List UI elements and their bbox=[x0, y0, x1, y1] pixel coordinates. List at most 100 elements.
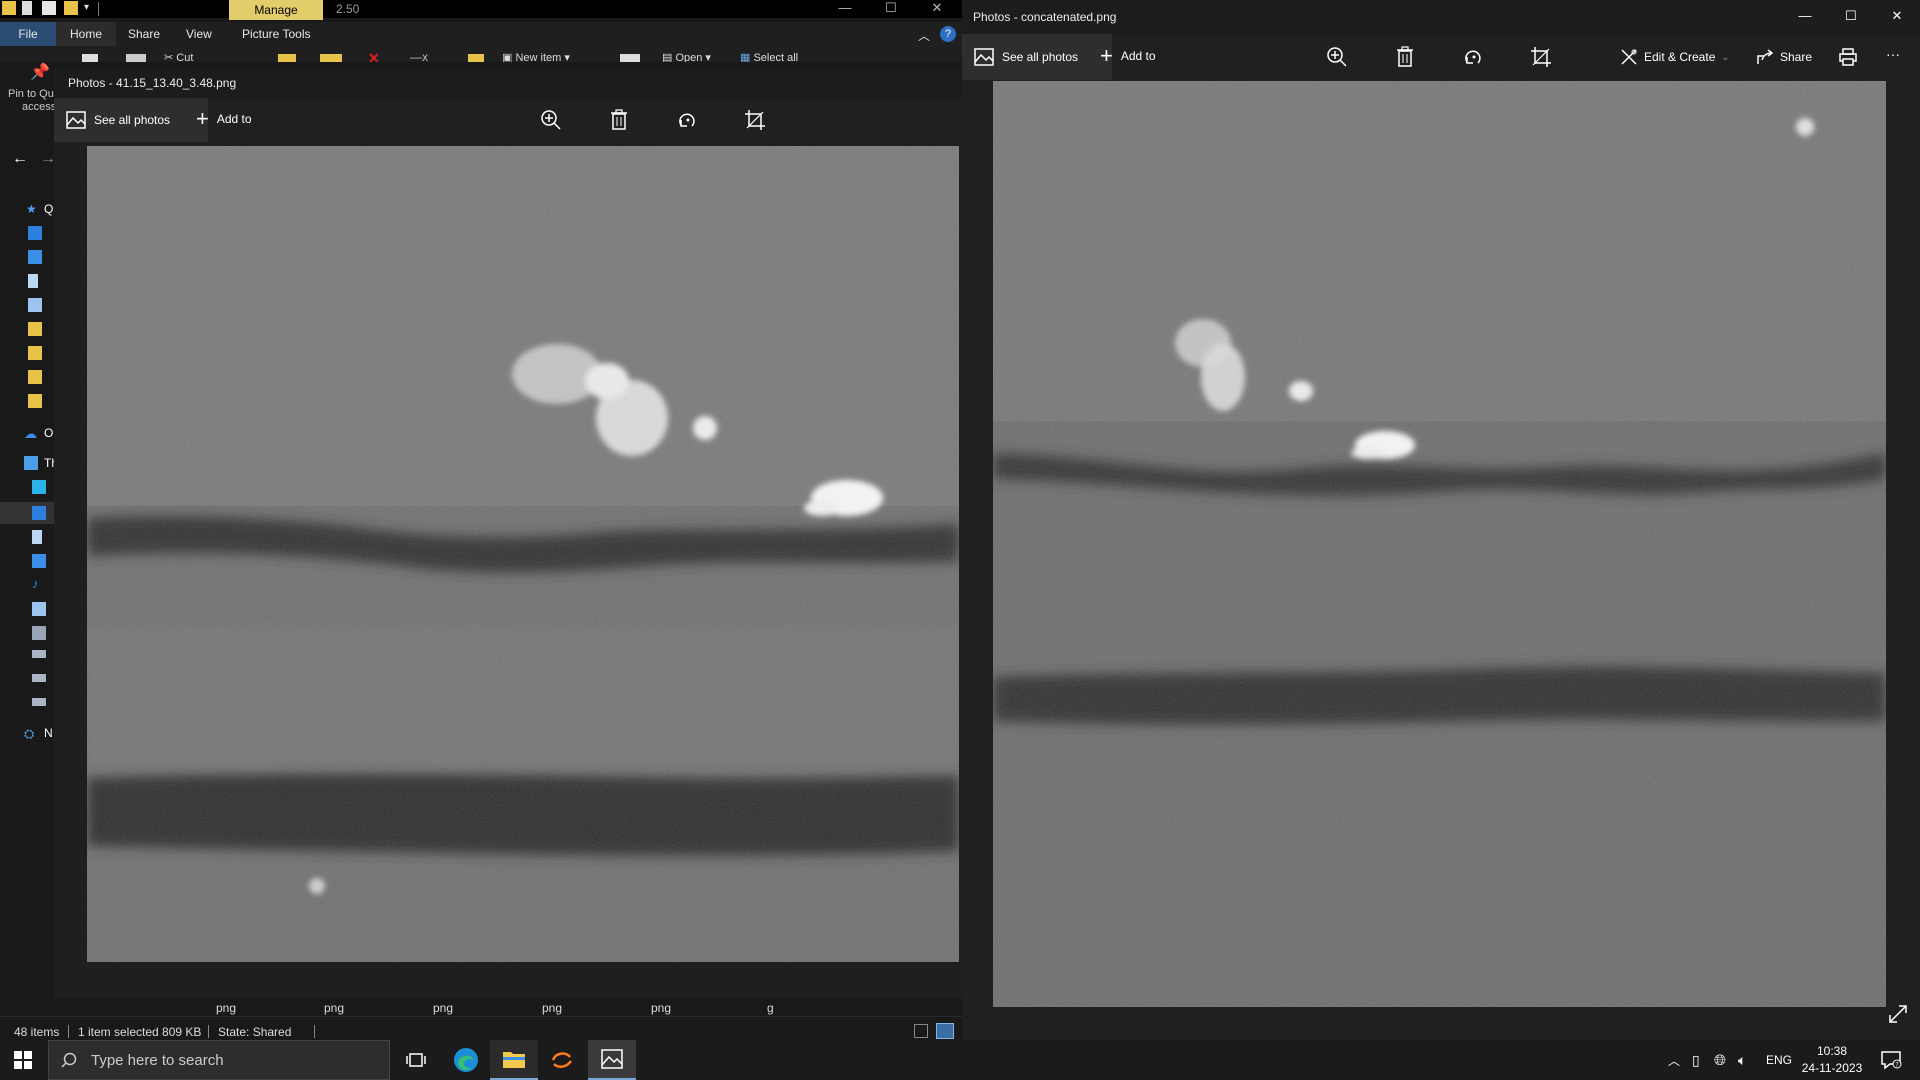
onedrive-cloud-icon[interactable]: ☁ bbox=[24, 426, 37, 442]
file-extension-label[interactable]: png bbox=[651, 1001, 671, 1015]
videos-icon[interactable] bbox=[32, 626, 46, 640]
zoom-in-icon[interactable] bbox=[1326, 46, 1348, 68]
back-arrow-icon[interactable]: ← bbox=[12, 150, 28, 168]
explorer-maximize-button[interactable]: ☐ bbox=[868, 0, 914, 18]
folder-icon[interactable] bbox=[28, 346, 42, 360]
matlab-taskbar-button[interactable] bbox=[538, 1040, 586, 1080]
file-extension-label[interactable]: png bbox=[324, 1001, 344, 1015]
large-icons-view-icon[interactable] bbox=[936, 1023, 954, 1039]
3d-objects-icon[interactable] bbox=[32, 480, 46, 494]
explorer-close-button[interactable]: ✕ bbox=[914, 0, 960, 18]
drive-icon[interactable] bbox=[32, 698, 46, 706]
photos2-close-button[interactable]: ✕ bbox=[1874, 8, 1920, 26]
nav-item-quick-access[interactable]: Q bbox=[44, 202, 53, 216]
new-folder-icon[interactable] bbox=[468, 54, 484, 62]
microscopy-image-2-concatenated[interactable] bbox=[993, 81, 1886, 1007]
file-extension-label[interactable]: png bbox=[216, 1001, 236, 1015]
see-all-photos-button[interactable]: See all photos bbox=[54, 98, 208, 142]
folder-icon[interactable] bbox=[28, 370, 42, 384]
microscopy-image-1[interactable] bbox=[87, 146, 959, 962]
nav-item-network[interactable]: N bbox=[44, 726, 53, 740]
taskbar-search-box[interactable]: Type here to search bbox=[48, 1040, 390, 1080]
file-extension-label[interactable]: png bbox=[433, 1001, 453, 1015]
tab-view[interactable]: View bbox=[174, 22, 224, 46]
downloads-icon[interactable] bbox=[28, 250, 42, 264]
tab-share[interactable]: Share bbox=[116, 22, 172, 46]
manage-contextual-tab[interactable]: Manage bbox=[229, 0, 323, 20]
edit-create-button[interactable]: Edit & Create ⌄ bbox=[1620, 48, 1730, 66]
copy-to-icon[interactable] bbox=[320, 54, 342, 62]
desktop-icon[interactable] bbox=[32, 506, 46, 520]
move-to-icon[interactable] bbox=[278, 54, 296, 62]
windows-start-icon[interactable] bbox=[14, 1051, 32, 1069]
collapse-ribbon-chevron-icon[interactable]: ︿ bbox=[918, 27, 930, 44]
battery-device-icon[interactable]: ▯ bbox=[1692, 1040, 1700, 1080]
rotate-icon[interactable] bbox=[676, 109, 698, 131]
crop-icon[interactable] bbox=[1530, 46, 1552, 68]
paste-icon[interactable] bbox=[126, 54, 146, 62]
rotate-icon[interactable] bbox=[1462, 46, 1484, 68]
language-indicator[interactable]: ENG bbox=[1766, 1040, 1792, 1080]
add-to-button[interactable]: + Add to bbox=[196, 108, 252, 130]
zoom-in-icon[interactable] bbox=[540, 109, 562, 131]
fullscreen-expand-icon[interactable] bbox=[1886, 1002, 1910, 1026]
drive-icon[interactable] bbox=[32, 674, 46, 682]
music-icon[interactable]: ♪ bbox=[32, 576, 39, 591]
action-center-notification-icon[interactable]: 7 bbox=[1880, 1050, 1902, 1070]
pin-icon[interactable]: 📌 bbox=[30, 62, 50, 82]
edge-taskbar-button[interactable] bbox=[442, 1040, 490, 1080]
documents-icon[interactable] bbox=[28, 274, 38, 288]
file-extension-label[interactable]: g bbox=[767, 1001, 774, 1015]
properties-icon[interactable] bbox=[620, 54, 640, 62]
folder-icon[interactable] bbox=[28, 394, 42, 408]
share-icon bbox=[1757, 49, 1774, 64]
clock[interactable]: 10:38 24-11-2023 bbox=[1800, 1044, 1864, 1075]
desktop-icon[interactable] bbox=[28, 226, 42, 240]
quick-access-star-icon[interactable]: ★ bbox=[26, 202, 37, 216]
explorer-minimize-button[interactable]: — bbox=[822, 0, 868, 18]
rename-icon[interactable]: —x bbox=[410, 50, 428, 62]
copy-icon[interactable] bbox=[82, 54, 98, 62]
open-button[interactable]: ▤ Open ▾ bbox=[662, 51, 711, 62]
this-pc-icon[interactable] bbox=[24, 456, 38, 470]
share-button[interactable]: Share bbox=[1756, 48, 1812, 66]
delete-trash-icon[interactable] bbox=[1394, 46, 1416, 68]
tab-picture-tools[interactable]: Picture Tools bbox=[230, 22, 322, 46]
tab-file[interactable]: File bbox=[0, 22, 56, 46]
crop-icon[interactable] bbox=[744, 109, 766, 131]
file-extension-label[interactable]: png bbox=[542, 1001, 562, 1015]
drive-icon[interactable] bbox=[32, 650, 46, 658]
cut-button[interactable]: ✂ Cut bbox=[164, 51, 193, 62]
photos2-minimize-button[interactable]: — bbox=[1782, 8, 1828, 26]
file-explorer-taskbar-button[interactable] bbox=[490, 1040, 538, 1080]
add-to-button[interactable]: + Add to bbox=[1100, 45, 1156, 67]
file-explorer-icon bbox=[503, 1052, 525, 1068]
nav-item-onedrive[interactable]: O bbox=[44, 426, 53, 440]
select-all-button[interactable]: ▦ Select all bbox=[740, 51, 798, 62]
new-item-button[interactable]: ▣ New item ▾ bbox=[502, 51, 570, 62]
print-icon[interactable] bbox=[1838, 48, 1858, 66]
more-options-icon[interactable]: ··· bbox=[1886, 46, 1900, 62]
task-view-button[interactable] bbox=[392, 1040, 440, 1080]
photos-taskbar-button[interactable] bbox=[588, 1040, 636, 1080]
tab-home[interactable]: Home bbox=[56, 22, 116, 46]
folder-icon[interactable] bbox=[28, 322, 42, 336]
photos2-maximize-button[interactable]: ☐ bbox=[1828, 8, 1874, 26]
volume-icon[interactable]: 🔈︎ bbox=[1738, 1040, 1746, 1080]
delete-icon[interactable]: ✕ bbox=[368, 50, 380, 62]
quick-access-dropdown-icon[interactable]: ▾ bbox=[84, 2, 89, 13]
network-icon[interactable]: ⛭ bbox=[24, 726, 34, 742]
delete-trash-icon[interactable] bbox=[608, 109, 630, 131]
new-folder-icon[interactable] bbox=[64, 1, 78, 15]
pictures-icon[interactable] bbox=[28, 298, 42, 312]
show-hidden-icons-chevron-icon[interactable]: ︿ bbox=[1668, 1040, 1680, 1080]
documents-icon[interactable] bbox=[32, 530, 42, 544]
help-icon[interactable]: ? bbox=[940, 26, 956, 42]
network-globe-icon[interactable]: 🌐︎ bbox=[1714, 1040, 1726, 1080]
properties-icon[interactable] bbox=[22, 1, 32, 15]
downloads-icon[interactable] bbox=[32, 554, 46, 568]
pictures-icon[interactable] bbox=[32, 602, 46, 616]
see-all-photos-button[interactable]: See all photos bbox=[962, 34, 1112, 80]
details-view-icon[interactable] bbox=[914, 1024, 928, 1038]
checkbox-icon[interactable] bbox=[42, 1, 56, 15]
